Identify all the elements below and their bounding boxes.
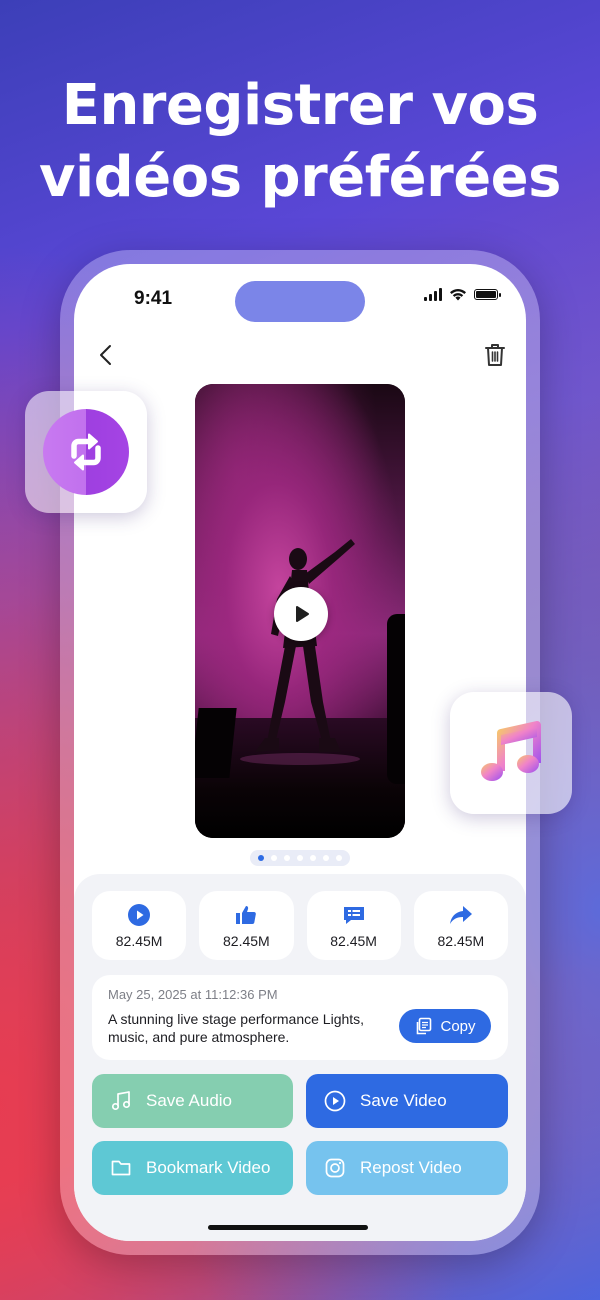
stat-shares: 82.45M — [413, 891, 508, 960]
music-badge — [450, 692, 572, 814]
post-date: May 25, 2025 at 11:12:36 PM — [108, 987, 278, 1002]
page-dot[interactable] — [297, 855, 303, 861]
page-dot[interactable] — [271, 855, 277, 861]
comment-icon — [343, 906, 364, 924]
stats-row: 82.45M 82.45M 82.45M 82.45M — [92, 891, 508, 960]
music-note-icon — [111, 1091, 131, 1111]
cellular-signal-icon — [424, 288, 442, 301]
save-audio-label: Save Audio — [146, 1091, 233, 1110]
repeat-arrows-icon — [71, 433, 101, 471]
wifi-icon — [450, 289, 466, 301]
home-indicator — [208, 1225, 368, 1230]
folder-icon — [111, 1160, 131, 1176]
page-indicator — [250, 850, 350, 866]
chevron-left-icon — [100, 345, 111, 365]
repost-video-button[interactable]: Repost Video — [306, 1141, 508, 1195]
headline-line-1: Enregistrer vos — [61, 73, 539, 138]
thumbs-up-icon — [236, 905, 257, 924]
page-dot[interactable] — [284, 855, 290, 861]
info-card: May 25, 2025 at 11:12:36 PM A stunning l… — [92, 975, 508, 1060]
delete-button[interactable] — [482, 340, 508, 370]
bookmark-video-button[interactable]: Bookmark Video — [92, 1141, 293, 1195]
stat-views: 82.45M — [92, 891, 187, 960]
page-dot-active[interactable] — [258, 855, 264, 861]
stat-likes: 82.45M — [199, 891, 294, 960]
page-dot[interactable] — [310, 855, 316, 861]
dynamic-island — [235, 281, 365, 322]
video-preview[interactable] — [195, 384, 405, 838]
save-audio-button[interactable]: Save Audio — [92, 1074, 293, 1128]
play-circle-outline-icon — [324, 1090, 346, 1112]
battery-icon — [474, 289, 501, 300]
instagram-icon — [325, 1158, 345, 1178]
share-arrow-icon — [449, 905, 472, 924]
bookmark-video-label: Bookmark Video — [146, 1158, 271, 1177]
headline-line-2: vidéos préférées — [38, 145, 562, 210]
save-video-button[interactable]: Save Video — [306, 1074, 508, 1128]
repost-video-label: Repost Video — [360, 1158, 462, 1177]
music-note-icon — [481, 721, 541, 781]
headline: Enregistrer vos vidéos préférées — [0, 70, 600, 214]
page-dot[interactable] — [323, 855, 329, 861]
repost-app-badge — [25, 391, 147, 513]
stat-comments: 82.45M — [306, 891, 401, 960]
status-time: 9:41 — [134, 288, 173, 309]
status-icons — [424, 288, 501, 301]
details-panel: 82.45M 82.45M 82.45M 82.45M May 25, 2025… — [74, 874, 526, 1241]
save-video-label: Save Video — [360, 1091, 447, 1110]
stat-shares-value: 82.45M — [437, 932, 485, 949]
trash-icon — [485, 344, 505, 366]
copy-icon — [417, 1017, 432, 1035]
page-dot[interactable] — [336, 855, 342, 861]
stat-comments-value: 82.45M — [330, 932, 377, 949]
play-icon — [296, 606, 309, 622]
stat-likes-value: 82.45M — [223, 932, 270, 949]
post-description: A stunning live stage performance Lights… — [108, 1011, 365, 1045]
back-button[interactable] — [94, 340, 120, 370]
copy-button[interactable]: Copy — [399, 1009, 491, 1043]
play-button[interactable] — [274, 587, 328, 641]
stat-views-value: 82.45M — [115, 932, 163, 949]
repost-app-icon — [43, 409, 129, 495]
copy-label: Copy — [440, 1017, 476, 1035]
play-circle-icon — [128, 903, 151, 926]
